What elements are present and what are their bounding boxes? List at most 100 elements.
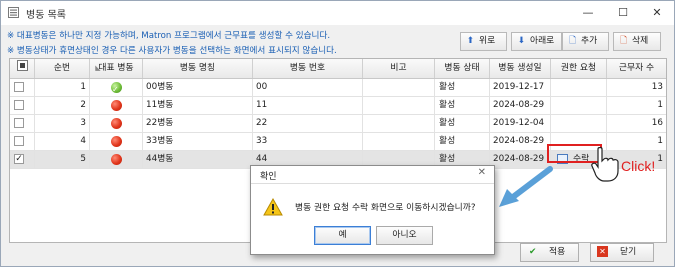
header-ward-name[interactable]: 병동 명칭 bbox=[143, 59, 253, 78]
cell-request bbox=[551, 115, 607, 132]
move-up-label: 위로 bbox=[479, 36, 496, 46]
cell-rep bbox=[90, 151, 143, 168]
header-status[interactable]: 병동 상태 bbox=[435, 59, 490, 78]
cell-ward-no: 22 bbox=[253, 115, 363, 132]
close-icon[interactable]: ✕ bbox=[648, 4, 666, 22]
cell-note bbox=[363, 133, 435, 150]
row-select-cell: ✓ bbox=[10, 151, 35, 168]
close-button[interactable]: ✕ 닫기 bbox=[590, 243, 654, 262]
cell-rep bbox=[90, 79, 143, 96]
apply-button[interactable]: ✔ 적용 bbox=[520, 243, 579, 262]
cell-ward-name: 11병동 bbox=[143, 97, 253, 114]
delete-button[interactable]: 🗋 삭제 bbox=[613, 32, 661, 51]
note-line-1: ※ 대표병동은 하나만 지정 가능하며, Matron 프로그램에서 근무표를 … bbox=[7, 31, 331, 41]
move-up-button[interactable]: ⬆ 위로 bbox=[460, 32, 507, 51]
row-checkbox[interactable] bbox=[14, 100, 24, 110]
row-checkbox[interactable] bbox=[14, 82, 24, 92]
delete-document-icon: 🗋 bbox=[619, 36, 628, 46]
apply-label: 적용 bbox=[549, 247, 566, 257]
cell-status: 활성 bbox=[435, 115, 490, 132]
minimize-icon[interactable]: — bbox=[579, 4, 597, 22]
cell-workers: 1 bbox=[657, 100, 663, 110]
dialog-title: 확인 bbox=[260, 172, 277, 182]
cell-created: 2019-12-17 bbox=[490, 79, 551, 96]
cell-ward-name: 22병동 bbox=[143, 115, 253, 132]
cell-created: 2024-08-29 bbox=[490, 97, 551, 114]
cell-request bbox=[551, 97, 607, 114]
notes: ※ 대표병동은 하나만 지정 가능하며, Matron 프로그램에서 근무표를 … bbox=[7, 29, 337, 59]
table-header: 순번 ◣ 대표 병동 병동 명칭 병동 번호 비고 병동 상태 병동 생성일 권한… bbox=[10, 59, 666, 79]
check-icon: ✔ bbox=[529, 247, 537, 257]
dialog-title-bar: 확인 ✕ bbox=[251, 166, 494, 184]
dialog-close-icon[interactable]: ✕ bbox=[478, 167, 486, 178]
cell-request bbox=[551, 79, 607, 96]
click-annotation: Click! bbox=[621, 158, 656, 174]
close-label: 닫기 bbox=[620, 247, 637, 257]
cell-ward-no: 11 bbox=[253, 97, 363, 114]
add-document-icon: 🗋 bbox=[568, 36, 577, 46]
confirm-dialog: 확인 ✕ 병동 권한 요청 수락 화면으로 이동하시겠습니까? 예 아니오 bbox=[250, 165, 495, 255]
cell-no: 4 bbox=[35, 133, 90, 150]
header-created[interactable]: 병동 생성일 bbox=[490, 59, 551, 78]
cell-no: 3 bbox=[35, 115, 90, 132]
hand-cursor-icon bbox=[591, 147, 619, 182]
header-no-label: 순번 bbox=[53, 63, 71, 73]
cell-ward-no: 00 bbox=[253, 79, 363, 96]
warning-icon bbox=[263, 198, 283, 216]
cell-no: 5 bbox=[35, 151, 90, 168]
list-icon bbox=[8, 7, 19, 18]
row-select-cell bbox=[10, 133, 35, 150]
row-checkbox-checked[interactable]: ✓ bbox=[14, 154, 24, 164]
yes-button[interactable]: 예 bbox=[314, 226, 371, 245]
header-request[interactable]: 권한 요청 bbox=[551, 59, 607, 78]
window-title: 병동 목록 bbox=[26, 10, 66, 21]
pointer-arrow-icon bbox=[499, 166, 553, 207]
move-down-label: 아래로 bbox=[530, 36, 555, 46]
non-representative-status-icon bbox=[111, 100, 122, 111]
row-select-cell bbox=[10, 97, 35, 114]
header-select-all[interactable] bbox=[10, 59, 35, 78]
delete-label: 삭제 bbox=[632, 36, 649, 46]
cell-ward-name: 44병동 bbox=[143, 151, 253, 168]
arrow-up-icon: ⬆ bbox=[466, 36, 475, 46]
row-checkbox[interactable] bbox=[14, 136, 24, 146]
header-workers[interactable]: 근무자 수 bbox=[607, 59, 666, 78]
note-line-2: ※ 병동상태가 휴면상태인 경우 다른 사용자가 병동을 선택하는 화면에서 표… bbox=[7, 46, 337, 56]
cell-status: 활성 bbox=[435, 79, 490, 96]
cell-note bbox=[363, 115, 435, 132]
title-bar: 병동 목록 — ☐ ✕ bbox=[1, 1, 674, 25]
cell-rep bbox=[90, 97, 143, 114]
add-label: 추가 bbox=[581, 36, 598, 46]
cell-workers: 13 bbox=[651, 82, 663, 92]
cell-status: 활성 bbox=[435, 133, 490, 150]
dialog-message: 병동 권한 요청 수락 화면으로 이동하시겠습니까? bbox=[295, 203, 476, 213]
row-checkbox[interactable] bbox=[14, 118, 24, 128]
cell-note bbox=[363, 79, 435, 96]
row-select-cell bbox=[10, 79, 35, 96]
cell-rep bbox=[90, 133, 143, 150]
header-no[interactable]: 순번 ◣ bbox=[35, 59, 101, 78]
cell-ward-no: 33 bbox=[253, 133, 363, 150]
add-button[interactable]: 🗋 추가 bbox=[562, 32, 609, 51]
cell-rep bbox=[90, 115, 143, 132]
cell-created: 2024-08-29 bbox=[490, 133, 551, 150]
maximize-icon[interactable]: ☐ bbox=[614, 4, 632, 22]
table-row[interactable]: 2 11병동 11 활성 2024-08-29 1 bbox=[10, 97, 666, 115]
no-button[interactable]: 아니오 bbox=[376, 226, 433, 245]
header-ward-no[interactable]: 병동 번호 bbox=[253, 59, 363, 78]
table-row[interactable]: 3 22병동 22 활성 2019-12-04 16 bbox=[10, 115, 666, 133]
cell-no: 1 bbox=[35, 79, 90, 96]
non-representative-status-icon bbox=[111, 136, 122, 147]
header-rep[interactable]: 대표 병동 bbox=[90, 59, 143, 78]
cell-ward-name: 00병동 bbox=[143, 79, 253, 96]
arrow-down-icon: ⬇ bbox=[517, 36, 526, 46]
non-representative-status-icon bbox=[111, 154, 122, 165]
cell-no: 2 bbox=[35, 97, 90, 114]
table-row[interactable]: 1 00병동 00 활성 2019-12-17 13 bbox=[10, 79, 666, 97]
close-x-icon: ✕ bbox=[597, 246, 608, 257]
non-representative-status-icon bbox=[111, 118, 122, 129]
cell-ward-name: 33병동 bbox=[143, 133, 253, 150]
header-note[interactable]: 비고 bbox=[363, 59, 435, 78]
cell-workers: 16 bbox=[651, 118, 663, 128]
move-down-button[interactable]: ⬇ 아래로 bbox=[511, 32, 562, 51]
